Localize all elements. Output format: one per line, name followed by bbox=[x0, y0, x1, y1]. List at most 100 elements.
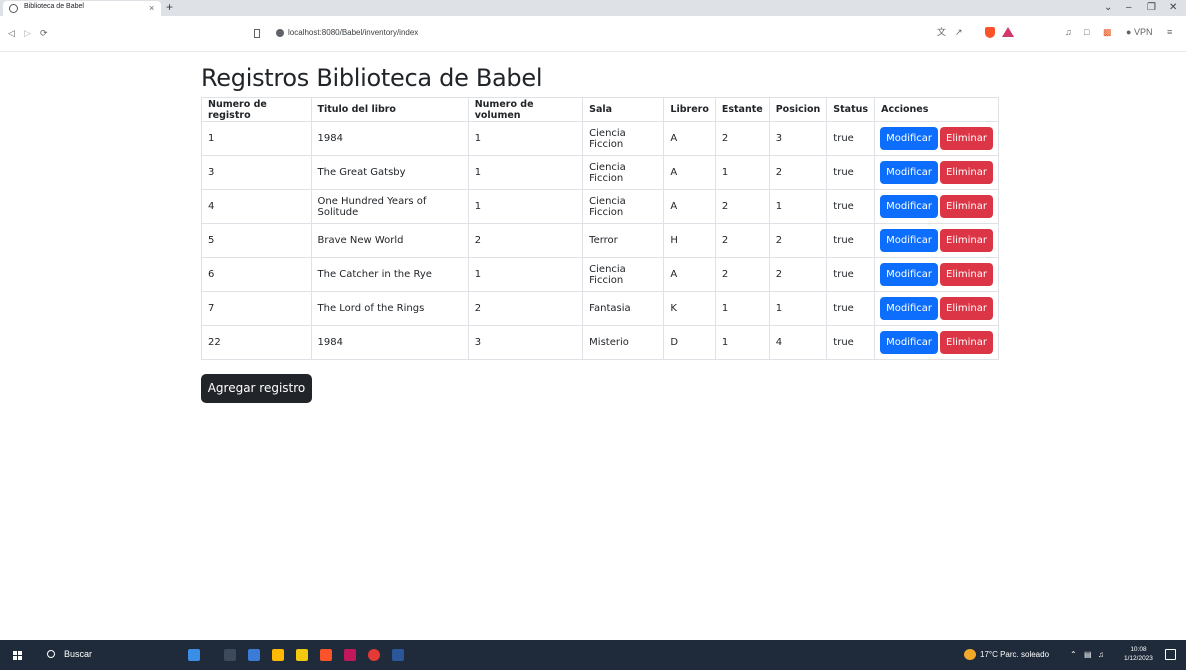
cell-book-title: Brave New World bbox=[310, 223, 469, 258]
table-header-row: Numero de registro Titulo del libro Nume… bbox=[201, 97, 999, 122]
brave-rewards-icon[interactable] bbox=[1002, 27, 1014, 37]
powerbi-icon[interactable] bbox=[296, 649, 308, 661]
delete-button[interactable]: Eliminar bbox=[940, 331, 993, 354]
cell-room: Terror bbox=[582, 223, 665, 258]
edit-button[interactable]: Modificar bbox=[880, 195, 939, 218]
cell-status: true bbox=[826, 325, 876, 360]
cell-room: Ciencia Ficcion bbox=[582, 121, 665, 156]
delete-button[interactable]: Eliminar bbox=[940, 195, 993, 218]
app-icon[interactable] bbox=[344, 649, 356, 661]
cell-position: 1 bbox=[768, 189, 828, 224]
delete-button[interactable]: Eliminar bbox=[940, 229, 993, 252]
address-bar[interactable]: localhost:8080/Babel/inventory/index bbox=[288, 28, 418, 38]
volume-icon[interactable]: ♫ bbox=[1098, 650, 1104, 660]
search-icon[interactable] bbox=[47, 650, 55, 658]
word-icon[interactable] bbox=[392, 649, 404, 661]
wallet-icon[interactable]: ▩ bbox=[1103, 27, 1112, 38]
site-info-icon[interactable] bbox=[276, 29, 284, 37]
close-window-button[interactable]: ✕ bbox=[1169, 1, 1177, 14]
cell-position: 2 bbox=[768, 223, 828, 258]
sidebar-icon[interactable]: □ bbox=[1084, 27, 1089, 38]
cell-shelf: 2 bbox=[714, 223, 770, 258]
cell-record-number: 3 bbox=[201, 155, 312, 190]
share-icon[interactable]: ↗ bbox=[955, 27, 963, 38]
cell-bookcase: H bbox=[663, 223, 716, 258]
cell-shelf: 2 bbox=[714, 121, 770, 156]
taskbar-clock[interactable]: 10:08 1/12/2023 bbox=[1124, 645, 1153, 663]
taskbar-search[interactable]: Buscar bbox=[64, 649, 92, 659]
records-table: Numero de registro Titulo del libro Nume… bbox=[201, 97, 999, 360]
edit-button[interactable]: Modificar bbox=[880, 127, 939, 150]
brave-taskbar-icon[interactable] bbox=[320, 649, 332, 661]
cell-shelf: 2 bbox=[714, 189, 770, 224]
translate-icon[interactable]: 文 bbox=[937, 27, 946, 38]
os-taskbar: Buscar 17°C Parc. soleado ⌃ ▤ ♫ 10:08 1/… bbox=[0, 640, 1186, 670]
menu-icon[interactable]: ≡ bbox=[1167, 27, 1172, 38]
tab-close-button[interactable]: × bbox=[149, 2, 154, 14]
cell-actions: Modificar Eliminar bbox=[874, 257, 999, 292]
clock-time: 10:08 bbox=[1130, 646, 1147, 653]
cell-bookcase: A bbox=[663, 257, 716, 292]
reload-icon[interactable]: ⟳ bbox=[40, 28, 48, 38]
cell-bookcase: A bbox=[663, 155, 716, 190]
cell-book-title: 1984 bbox=[310, 121, 469, 156]
widgets-icon[interactable] bbox=[188, 649, 200, 661]
globe-icon bbox=[9, 4, 18, 13]
cell-actions: Modificar Eliminar bbox=[874, 325, 999, 360]
delete-button[interactable]: Eliminar bbox=[940, 161, 993, 184]
delete-button[interactable]: Eliminar bbox=[940, 297, 993, 320]
cell-actions: Modificar Eliminar bbox=[874, 291, 999, 326]
edit-button[interactable]: Modificar bbox=[880, 297, 939, 320]
cell-record-number: 6 bbox=[201, 257, 312, 292]
edit-button[interactable]: Modificar bbox=[880, 331, 939, 354]
delete-button[interactable]: Eliminar bbox=[940, 263, 993, 286]
store-icon[interactable] bbox=[248, 649, 260, 661]
header-volume: Numero de volumen bbox=[467, 97, 584, 122]
chrome-icon[interactable] bbox=[368, 649, 380, 661]
media-icon[interactable]: ♫ bbox=[1065, 27, 1072, 38]
header-room: Sala bbox=[582, 97, 665, 122]
browser-tab[interactable]: Biblioteca de Babel × bbox=[3, 1, 161, 16]
add-record-button[interactable]: Agregar registro bbox=[201, 374, 312, 403]
windows-start-icon[interactable] bbox=[13, 651, 22, 660]
edit-button[interactable]: Modificar bbox=[880, 161, 939, 184]
vpn-button[interactable]: ● VPN bbox=[1126, 27, 1152, 38]
bookmark-icon[interactable] bbox=[254, 29, 260, 38]
cell-room: Misterio bbox=[582, 325, 665, 360]
cell-status: true bbox=[826, 189, 876, 224]
notification-icon[interactable] bbox=[1165, 649, 1176, 660]
file-explorer-icon[interactable] bbox=[272, 649, 284, 661]
delete-button[interactable]: Eliminar bbox=[940, 127, 993, 150]
restore-button[interactable]: ❐ bbox=[1147, 1, 1156, 14]
network-icon[interactable]: ▤ bbox=[1084, 650, 1092, 660]
tab-search-icon[interactable]: ⌄ bbox=[1104, 1, 1112, 14]
cell-status: true bbox=[826, 121, 876, 156]
tab-title: Biblioteca de Babel bbox=[24, 3, 84, 10]
task-view-icon[interactable] bbox=[224, 649, 236, 661]
cell-actions: Modificar Eliminar bbox=[874, 189, 999, 224]
new-tab-button[interactable]: + bbox=[166, 0, 173, 14]
browser-tab-strip: Biblioteca de Babel × + ⌄ – ❐ ✕ bbox=[0, 0, 1186, 16]
vpn-dot-icon: ● bbox=[1126, 27, 1132, 37]
page-title: Registros Biblioteca de Babel bbox=[201, 64, 543, 92]
minimize-button[interactable]: – bbox=[1126, 1, 1132, 14]
tray-chevron-icon[interactable]: ⌃ bbox=[1070, 650, 1077, 660]
edit-button[interactable]: Modificar bbox=[880, 229, 939, 252]
cell-position: 2 bbox=[768, 257, 828, 292]
table-row: 6 The Catcher in the Rye 1 Ciencia Ficcion A… bbox=[201, 257, 999, 292]
header-status: Status bbox=[826, 97, 876, 122]
cell-bookcase: A bbox=[663, 189, 716, 224]
weather-icon[interactable] bbox=[964, 649, 976, 660]
cell-actions: Modificar Eliminar bbox=[874, 223, 999, 258]
forward-icon[interactable]: ▷ bbox=[24, 28, 31, 38]
back-icon[interactable]: ◁ bbox=[8, 28, 15, 38]
cell-room: Ciencia Ficcion bbox=[582, 155, 665, 190]
weather-text[interactable]: 17°C Parc. soleado bbox=[980, 650, 1049, 660]
brave-shields-icon[interactable] bbox=[985, 27, 995, 38]
cell-status: true bbox=[826, 155, 876, 190]
vpn-label: VPN bbox=[1133, 27, 1153, 37]
cell-shelf: 1 bbox=[714, 155, 770, 190]
cell-shelf: 2 bbox=[714, 257, 770, 292]
edit-button[interactable]: Modificar bbox=[880, 263, 939, 286]
cell-status: true bbox=[826, 291, 876, 326]
